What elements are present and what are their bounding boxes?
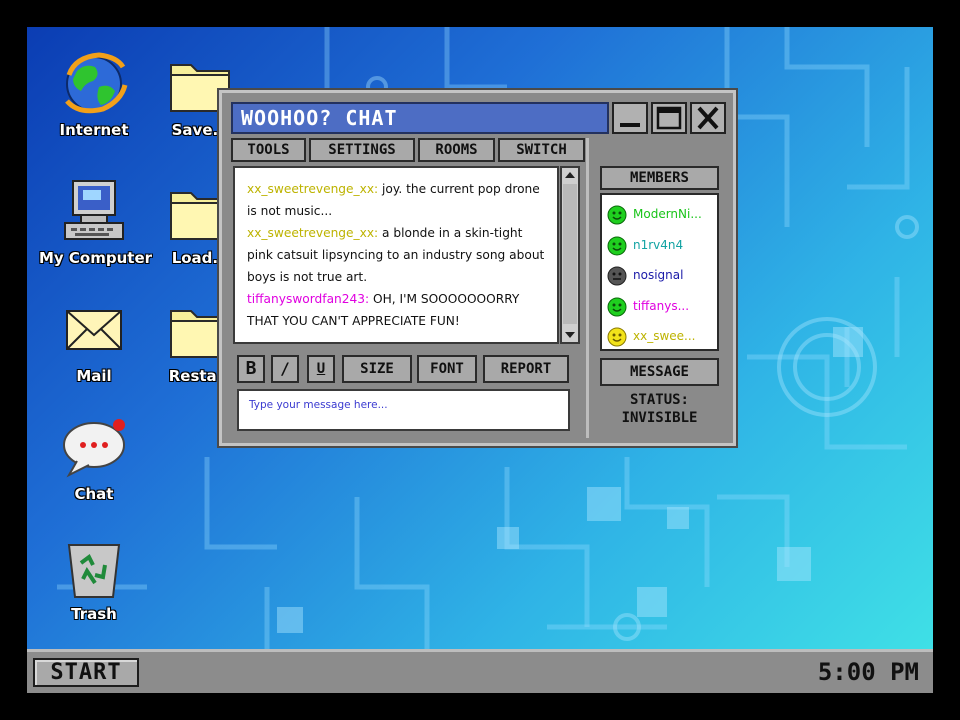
window-title: WOOHOO? CHAT: [241, 106, 398, 130]
member-item[interactable]: n1rv4n4: [605, 230, 714, 261]
member-name: nosignal: [633, 268, 684, 282]
desktop-icon-trash[interactable]: Trash: [39, 533, 149, 623]
desktop-icon-chat[interactable]: Chat: [39, 413, 149, 503]
message-input-placeholder: Type your message here...: [249, 399, 388, 411]
member-name: ModernNi...: [633, 207, 702, 221]
speech-bubble-icon: [59, 413, 129, 483]
menu-tools[interactable]: TOOLS: [231, 138, 306, 162]
away-smiley-icon: [607, 327, 627, 347]
messages-scrollbar[interactable]: [560, 166, 580, 344]
close-icon: [697, 106, 719, 130]
members-header: MEMBERS: [600, 166, 719, 190]
size-button[interactable]: SIZE: [342, 355, 412, 383]
message-button[interactable]: MESSAGE: [600, 358, 719, 386]
online-smiley-icon: [607, 236, 627, 255]
chat-message: tiffanyswordfan243: OH, I'M SOOOOOOORRY …: [247, 288, 547, 332]
format-toolbar: B / U SIZE FONT REPORT: [237, 355, 570, 383]
member-name: n1rv4n4: [633, 237, 684, 252]
message-username: xx_sweetrevenge_xx:: [247, 182, 379, 196]
minimize-icon: [620, 123, 640, 127]
internet-globe-icon: [59, 49, 129, 119]
desktop-icon-label: Mail: [76, 367, 112, 385]
desktop: Internet Save.e My Computer Load.e Mail …: [27, 27, 933, 649]
member-name: tiffanys...: [633, 298, 690, 313]
online-smiley-icon: [607, 297, 627, 316]
report-button[interactable]: REPORT: [483, 355, 569, 383]
envelope-icon: [59, 295, 129, 365]
member-item[interactable]: xx_swee...: [605, 321, 714, 352]
panel-divider: [586, 138, 589, 438]
scroll-up-icon[interactable]: [562, 169, 578, 181]
menu-switch[interactable]: SWITCH: [498, 138, 585, 162]
bold-button[interactable]: B: [237, 355, 265, 383]
status-label: STATUS:: [629, 392, 689, 408]
italic-button[interactable]: /: [271, 355, 299, 383]
online-smiley-icon: [607, 205, 627, 225]
scroll-thumb[interactable]: [563, 184, 577, 324]
computer-icon: [59, 177, 129, 247]
desktop-icon-label: My Computer: [39, 249, 153, 267]
menu-rooms[interactable]: ROOMS: [418, 138, 495, 162]
message-input[interactable]: Type your message here...: [237, 389, 570, 431]
close-button[interactable]: [690, 102, 726, 134]
members-list: ModernNi... n1rv4n4 nosignal tiffanys...…: [600, 193, 719, 351]
start-button[interactable]: START: [33, 658, 139, 687]
desktop-icon-label: Internet: [59, 121, 129, 139]
chat-window: WOOHOO? CHAT TOOLS SETTINGS ROOMS SWITCH…: [217, 88, 738, 448]
scroll-down-icon[interactable]: [562, 329, 578, 341]
message-username: tiffanyswordfan243:: [247, 292, 370, 306]
status-value: INVISIBLE: [621, 410, 698, 426]
chat-messages: xx_sweetrevenge_xx: joy. the current pop…: [233, 166, 559, 344]
clock: 5:00 PM: [817, 658, 919, 686]
chat-message: xx_sweetrevenge_xx: joy. the current pop…: [247, 178, 547, 222]
screen: Internet Save.e My Computer Load.e Mail …: [27, 27, 933, 693]
status-display[interactable]: STATUS: INVISIBLE: [600, 391, 719, 427]
desktop-icon-my-computer[interactable]: My Computer: [39, 177, 153, 267]
message-username: xx_sweetrevenge_xx:: [247, 226, 379, 240]
minimize-button[interactable]: [612, 102, 648, 134]
desktop-icon-mail[interactable]: Mail: [39, 295, 149, 385]
offline-smiley-icon: [607, 266, 627, 286]
desktop-icon-internet[interactable]: Internet: [39, 49, 149, 139]
desktop-icon-label: Trash: [71, 605, 117, 623]
font-button[interactable]: FONT: [417, 355, 477, 383]
member-item[interactable]: nosignal: [605, 260, 714, 291]
menu-bar: TOOLS SETTINGS ROOMS SWITCH: [231, 138, 585, 162]
desktop-icon-label: Chat: [74, 485, 114, 503]
maximize-button[interactable]: [651, 102, 687, 134]
member-name: xx_swee...: [633, 329, 696, 343]
window-title-bar[interactable]: WOOHOO? CHAT: [231, 102, 609, 134]
menu-settings[interactable]: SETTINGS: [309, 138, 415, 162]
chat-message: xx_sweetrevenge_xx: a blonde in a skin-t…: [247, 222, 547, 288]
member-item[interactable]: ModernNi...: [605, 199, 714, 230]
recycle-bin-icon: [59, 533, 129, 603]
member-item[interactable]: tiffanys...: [605, 291, 714, 322]
maximize-icon: [656, 106, 682, 130]
underline-button[interactable]: U: [307, 355, 335, 383]
taskbar: START 5:00 PM: [27, 649, 933, 693]
